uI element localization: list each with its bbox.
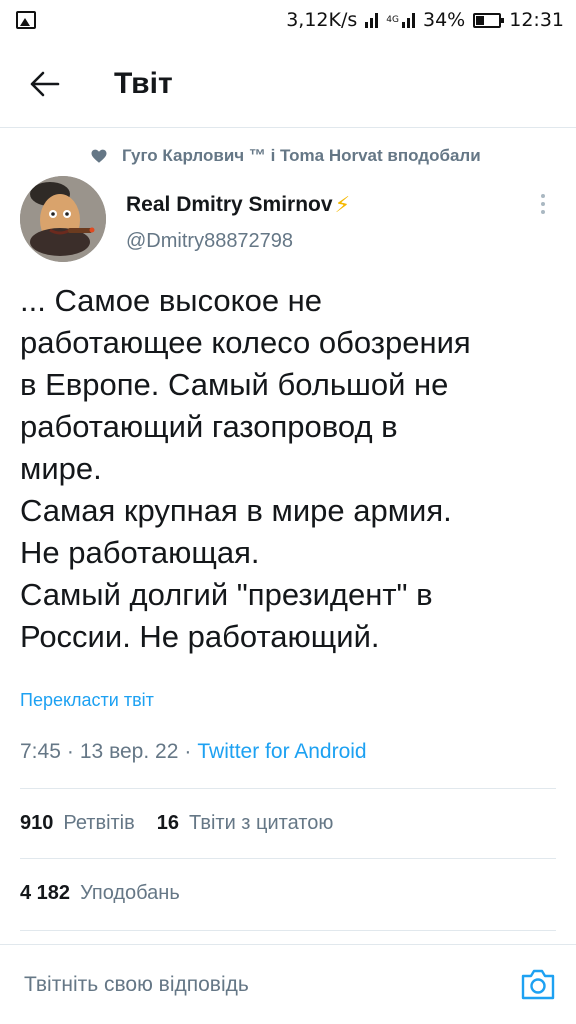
reply-bar: Твітніть свою відповідь — [0, 944, 576, 1024]
retweets-count: 910 — [20, 812, 54, 834]
network-type: 4G — [386, 15, 399, 25]
social-context[interactable]: Гуго Карлович ™ і Toma Horvat вподобали — [90, 146, 481, 166]
retweets-stat[interactable]: 910 Ретвітів — [20, 812, 135, 835]
tweet-line: мире. — [20, 451, 102, 486]
tweet-text: ... Самое высокое не работающее колесо о… — [20, 280, 560, 658]
likes-label: Уподобань — [80, 882, 180, 904]
status-right: 3,12K/s 4G 34% 12:31 — [286, 9, 564, 31]
reply-input[interactable]: Твітніть свою відповідь — [24, 973, 249, 997]
tweet-line: ... Самое высокое не — [20, 283, 323, 318]
arrow-left-icon — [30, 71, 60, 96]
meta-separator: · — [184, 740, 192, 763]
tweet-line: работающее колесо обозрения — [20, 325, 471, 360]
likes-count: 4 182 — [20, 882, 71, 904]
divider — [20, 858, 556, 859]
tweet-line: Не работающая. — [20, 535, 260, 570]
avatar-image — [20, 176, 106, 262]
tweet-line: в Европе. Самый большой не — [20, 367, 449, 402]
signal-4g-icon — [402, 12, 415, 28]
clock: 12:31 — [509, 9, 564, 31]
tweet-meta: 7:45 · 13 вер. 22 · Twitter for Android — [20, 740, 367, 764]
network-speed: 3,12K/s — [286, 9, 358, 31]
battery-icon — [473, 12, 505, 28]
page-title: Твіт — [114, 66, 173, 100]
status-left — [16, 11, 36, 29]
dot-icon — [541, 210, 545, 214]
author-handle[interactable]: @Dmitry88872798 — [126, 230, 293, 253]
quotes-stat[interactable]: 16 Твіти з цитатою — [157, 812, 334, 835]
header: Твіт — [0, 40, 576, 128]
social-context-text: Гуго Карлович ™ і Toma Horvat вподобали — [122, 146, 481, 165]
tweet-time: 7:45 — [20, 740, 61, 763]
back-button[interactable] — [20, 59, 70, 109]
meta-separator: · — [66, 740, 74, 763]
signal-icon — [365, 12, 379, 28]
avatar[interactable] — [20, 176, 106, 262]
heart-icon — [91, 149, 107, 163]
author-name-text: Real Dmitry Smirnov — [126, 193, 333, 216]
lightning-icon: ⚡ — [334, 192, 351, 217]
divider — [20, 788, 556, 789]
dot-icon — [541, 202, 545, 206]
more-options-button[interactable] — [532, 188, 554, 220]
dot-icon — [541, 194, 545, 198]
divider — [20, 930, 556, 931]
battery-fill — [476, 15, 485, 25]
tweet-line: работающий газопровод в — [20, 409, 398, 444]
status-bar: 3,12K/s 4G 34% 12:31 — [0, 0, 576, 40]
camera-icon[interactable] — [520, 967, 556, 1001]
battery-percent: 34% — [423, 9, 466, 31]
quotes-label: Твіти з цитатою — [189, 812, 334, 834]
retweets-label: Ретвітів — [63, 812, 135, 834]
tweet-line: Самый долгий "президент" в — [20, 577, 433, 612]
quotes-count: 16 — [156, 812, 180, 834]
translate-tweet-link[interactable]: Перекласти твіт — [20, 690, 154, 711]
tweet-client-link[interactable]: Twitter for Android — [197, 740, 366, 764]
gallery-notification-icon — [16, 11, 36, 29]
author-name[interactable]: Real Dmitry Smirnov ⚡ — [126, 192, 350, 218]
tweet-date: 13 вер. 22 — [79, 740, 179, 763]
likes-stats[interactable]: 4 182 Уподобань — [20, 882, 180, 905]
retweet-stats: 910 Ретвітів 16 Твіти з цитатою — [20, 812, 333, 835]
tweet-line: России. Не работающий. — [20, 619, 380, 654]
tweet-line: Самая крупная в мире армия. — [20, 493, 452, 528]
